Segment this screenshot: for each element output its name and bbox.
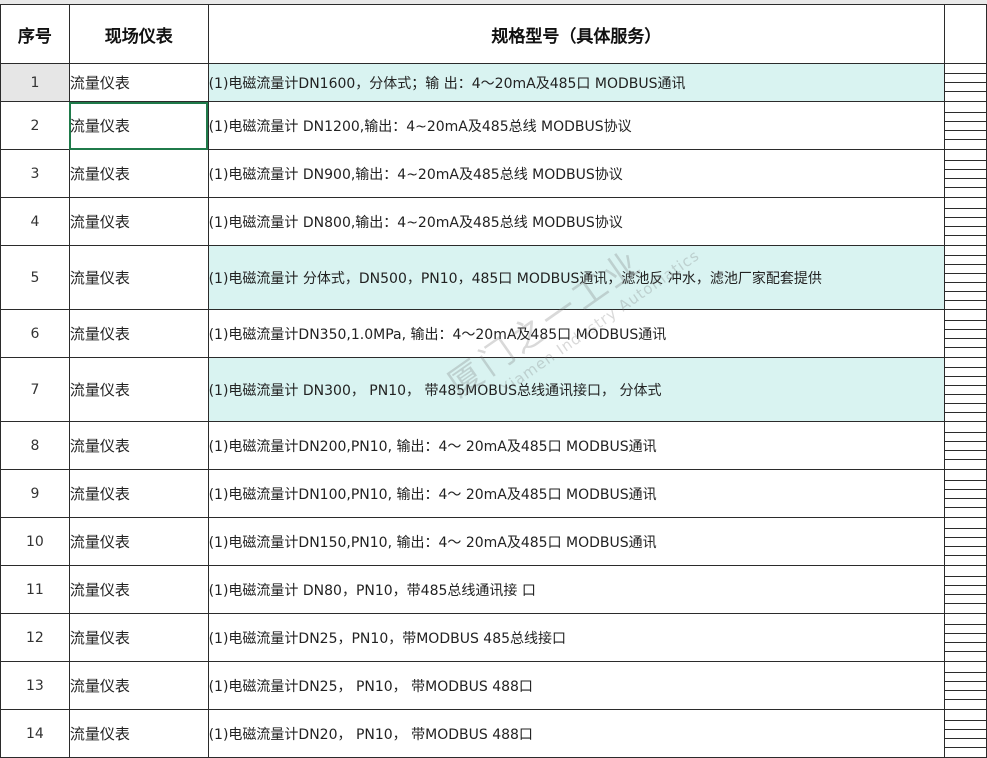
table-row: 4 流量仪表 (1)电磁流量计 DN800,输出：4~20mA及485总线 MO…	[0, 197, 987, 246]
cell-extra[interactable]	[944, 197, 987, 246]
cell-type[interactable]: 流量仪表	[68, 63, 209, 102]
cell-type[interactable]: 流量仪表	[68, 709, 209, 758]
cell-extra[interactable]	[944, 357, 987, 422]
cell-num[interactable]: 4	[0, 197, 70, 246]
cell-type[interactable]: 流量仪表	[68, 245, 209, 310]
cell-type[interactable]: 流量仪表	[68, 149, 209, 198]
cell-spec[interactable]: (1)电磁流量计DN25， PN10， 带MODBUS 488口	[207, 661, 946, 710]
table-row: 13 流量仪表 (1)电磁流量计DN25， PN10， 带MODBUS 488口	[0, 661, 987, 710]
table-row: 7 流量仪表 (1)电磁流量计 DN300， PN10， 带485MOBUS总线…	[0, 357, 987, 422]
cell-num[interactable]: 10	[0, 517, 70, 566]
cell-extra[interactable]	[944, 421, 987, 470]
spreadsheet-table: 序号 现场仪表 规格型号（具体服务） 1 流量仪表 (1)电磁流量计DN1600…	[0, 4, 987, 758]
table-row: 9 流量仪表 (1)电磁流量计DN100,PN10, 输出：4～ 20mA及48…	[0, 469, 987, 518]
table-row: 11 流量仪表 (1)电磁流量计 DN80，PN10，带485总线通讯接 口	[0, 565, 987, 614]
table-row: 3 流量仪表 (1)电磁流量计 DN900,输出：4~20mA及485总线 MO…	[0, 149, 987, 198]
cell-spec[interactable]: (1)电磁流量计 DN1200,输出：4~20mA及485总线 MODBUS协议	[207, 101, 946, 150]
table-row: 14 流量仪表 (1)电磁流量计DN20， PN10， 带MODBUS 488口	[0, 709, 987, 758]
cell-extra[interactable]	[944, 709, 987, 758]
cell-num[interactable]: 11	[0, 565, 70, 614]
cell-extra[interactable]	[944, 245, 987, 310]
cell-type[interactable]: 流量仪表	[68, 421, 209, 470]
cell-num[interactable]: 13	[0, 661, 70, 710]
cell-num[interactable]: 8	[0, 421, 70, 470]
cell-spec[interactable]: (1)电磁流量计DN350,1.0MPa, 输出：4～20mA及485口 MOD…	[207, 309, 946, 358]
table-row: 10 流量仪表 (1)电磁流量计DN150,PN10, 输出：4～ 20mA及4…	[0, 517, 987, 566]
cell-extra[interactable]	[944, 565, 987, 614]
header-cell-spec[interactable]: 规格型号（具体服务）	[207, 4, 946, 64]
cell-spec[interactable]: (1)电磁流量计 DN300， PN10， 带485MOBUS总线通讯接口， 分…	[207, 357, 946, 422]
header-cell-type[interactable]: 现场仪表	[68, 4, 209, 64]
cell-extra[interactable]	[944, 63, 987, 102]
cell-spec[interactable]: (1)电磁流量计 DN900,输出：4~20mA及485总线 MODBUS协议	[207, 149, 946, 198]
cell-num[interactable]: 6	[0, 309, 70, 358]
cell-num[interactable]: 5	[0, 245, 70, 310]
cell-spec[interactable]: (1)电磁流量计DN1600，分体式；输 出：4～20mA及485口 MODBU…	[207, 63, 946, 102]
table-row: 8 流量仪表 (1)电磁流量计DN200,PN10, 输出：4～ 20mA及48…	[0, 421, 987, 470]
cell-num[interactable]: 12	[0, 613, 70, 662]
table-row: 6 流量仪表 (1)电磁流量计DN350,1.0MPa, 输出：4～20mA及4…	[0, 309, 987, 358]
table-row: 12 流量仪表 (1)电磁流量计DN25，PN10，带MODBUS 485总线接…	[0, 613, 987, 662]
cell-type[interactable]: 流量仪表	[68, 517, 209, 566]
cell-num[interactable]: 1	[0, 63, 70, 102]
cell-type[interactable]: 流量仪表	[68, 661, 209, 710]
cell-spec[interactable]: (1)电磁流量计 DN800,输出：4~20mA及485总线 MODBUS协议	[207, 197, 946, 246]
table-row: 5 流量仪表 (1)电磁流量计 分体式，DN500，PN10，485口 MODB…	[0, 245, 987, 310]
cell-extra[interactable]	[944, 469, 987, 518]
cell-type[interactable]: 流量仪表	[68, 197, 209, 246]
cell-extra[interactable]	[944, 517, 987, 566]
cell-extra[interactable]	[944, 309, 987, 358]
cell-type[interactable]: 流量仪表	[68, 357, 209, 422]
cell-spec[interactable]: (1)电磁流量计DN100,PN10, 输出：4～ 20mA及485口 MODB…	[207, 469, 946, 518]
cell-spec[interactable]: (1)电磁流量计DN25，PN10，带MODBUS 485总线接口	[207, 613, 946, 662]
cell-type-selected[interactable]: 流量仪表	[68, 101, 209, 150]
cell-type[interactable]: 流量仪表	[68, 613, 209, 662]
cell-type[interactable]: 流量仪表	[68, 565, 209, 614]
cell-num[interactable]: 9	[0, 469, 70, 518]
cell-num[interactable]: 3	[0, 149, 70, 198]
cell-num[interactable]: 14	[0, 709, 70, 758]
cell-num[interactable]: 7	[0, 357, 70, 422]
header-cell-extra[interactable]	[944, 4, 987, 64]
cell-extra[interactable]	[944, 101, 987, 150]
cell-spec[interactable]: (1)电磁流量计DN20， PN10， 带MODBUS 488口	[207, 709, 946, 758]
header-cell-num[interactable]: 序号	[0, 4, 70, 64]
cell-extra[interactable]	[944, 661, 987, 710]
header-row: 序号 现场仪表 规格型号（具体服务）	[0, 4, 987, 64]
cell-type[interactable]: 流量仪表	[68, 469, 209, 518]
table-row: 2 流量仪表 (1)电磁流量计 DN1200,输出：4~20mA及485总线 M…	[0, 101, 987, 150]
cell-spec[interactable]: (1)电磁流量计DN150,PN10, 输出：4～ 20mA及485口 MODB…	[207, 517, 946, 566]
cell-spec[interactable]: (1)电磁流量计DN200,PN10, 输出：4～ 20mA及485口 MODB…	[207, 421, 946, 470]
cell-extra[interactable]	[944, 149, 987, 198]
cell-num[interactable]: 2	[0, 101, 70, 150]
cell-extra[interactable]	[944, 613, 987, 662]
cell-spec[interactable]: (1)电磁流量计 DN80，PN10，带485总线通讯接 口	[207, 565, 946, 614]
cell-type[interactable]: 流量仪表	[68, 309, 209, 358]
table-row: 1 流量仪表 (1)电磁流量计DN1600，分体式；输 出：4～20mA及485…	[0, 63, 987, 102]
cell-spec[interactable]: (1)电磁流量计 分体式，DN500，PN10，485口 MODBUS通讯，滤池…	[207, 245, 946, 310]
